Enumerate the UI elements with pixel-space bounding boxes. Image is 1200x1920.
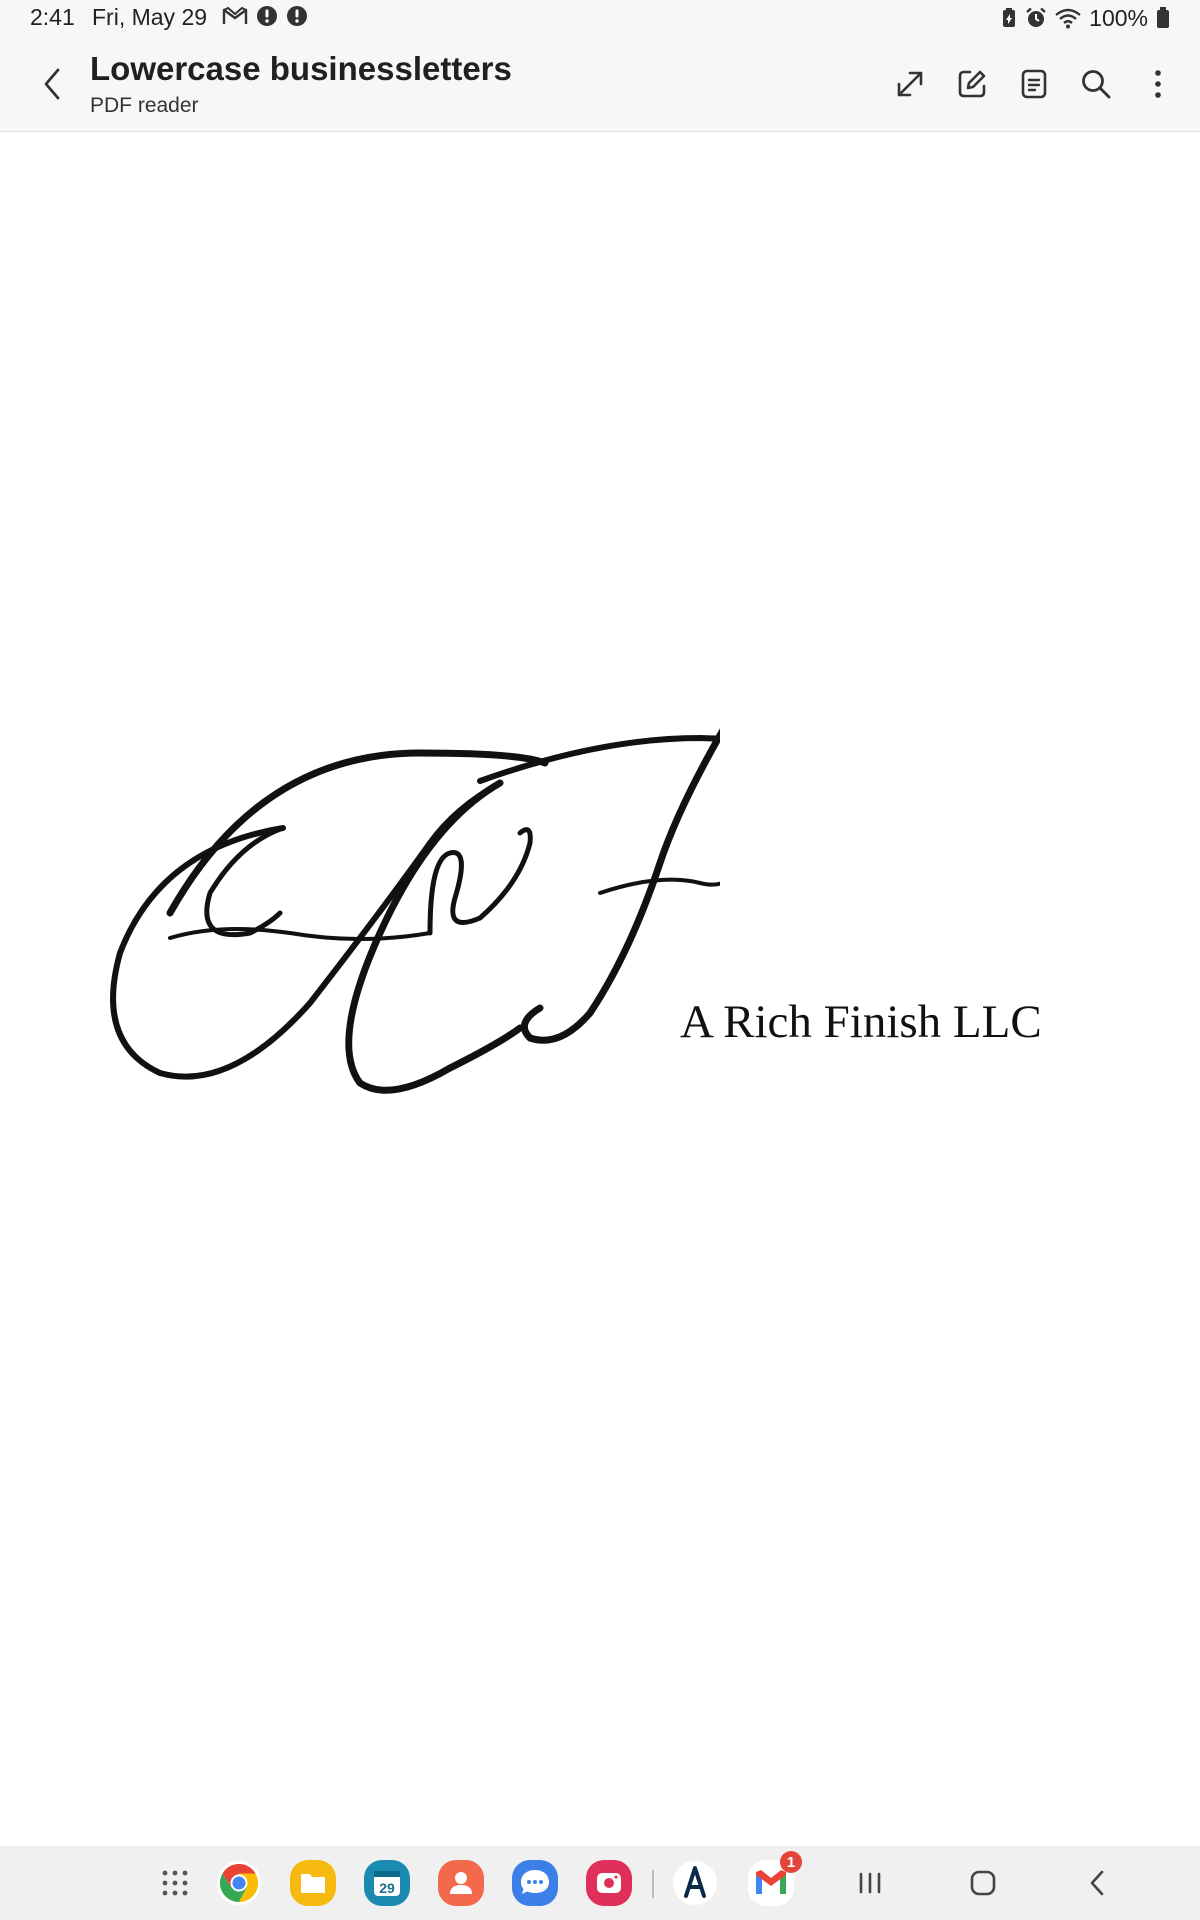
company-logo: A Rich Finish LLC [100,683,1100,1153]
taskbar: 29 1 [0,1846,1200,1920]
chevron-left-icon [44,68,60,100]
alert-icon [256,5,278,32]
back-button[interactable] [30,62,74,106]
more-options-icon [1155,70,1161,98]
status-bar: 2:41 Fri, May 29 100% [0,0,1200,36]
wifi-icon [1055,7,1081,29]
expand-icon [897,71,923,97]
edit-button[interactable] [950,62,994,106]
arf-monogram-logo [110,728,720,1094]
battery-icon [1156,7,1170,29]
back-nav-button[interactable] [1072,1860,1122,1906]
gmail-icon [222,5,248,32]
home-button[interactable] [958,1860,1008,1906]
notification-icons [222,5,308,32]
svg-text:29: 29 [379,1880,395,1896]
alert-icon [286,5,308,32]
calendar-icon[interactable]: 29 [364,1860,410,1906]
screen-recorder-icon[interactable] [586,1860,632,1906]
alarm-icon [1025,7,1047,29]
home-icon [970,1870,996,1896]
back-icon [1090,1870,1104,1896]
chrome-icon[interactable] [216,1860,262,1906]
battery-saver-icon [1001,7,1017,29]
contacts-icon[interactable] [438,1860,484,1906]
gmail-app-icon[interactable]: 1 [748,1851,802,1906]
recents-icon [859,1872,881,1894]
search-button[interactable] [1074,62,1118,106]
status-right: 100% [1001,4,1170,32]
recents-button[interactable] [845,1860,895,1906]
battery-percentage: 100% [1089,4,1148,31]
reading-mode-icon [1021,69,1047,99]
status-date: Fri, May 29 [92,4,208,30]
app-drawer-icon[interactable] [152,1860,198,1906]
messages-icon[interactable] [512,1860,558,1906]
app-bar: Lowercase businessletters PDF reader [0,36,1200,132]
page-subtitle: PDF reader [90,94,199,117]
expand-button[interactable] [888,62,932,106]
pdf-page[interactable]: A Rich Finish LLC [0,133,1200,1846]
edit-icon [958,70,986,98]
status-time: 2:41 [30,4,75,30]
toolbar [870,62,1180,106]
more-options-button[interactable] [1136,62,1180,106]
adobe-acrobat-icon[interactable] [672,1860,718,1906]
page-title: Lowercase businessletters [90,50,512,87]
my-files-icon[interactable] [290,1860,336,1906]
screen: 2:41 Fri, May 29 100% Lowercase business… [0,0,1200,1920]
search-icon [1082,70,1111,99]
company-name: A Rich Finish LLC [680,996,1042,1048]
reading-mode-button[interactable] [1012,62,1056,106]
gmail-unread-badge: 1 [780,1851,802,1873]
taskbar-divider [652,1870,654,1898]
